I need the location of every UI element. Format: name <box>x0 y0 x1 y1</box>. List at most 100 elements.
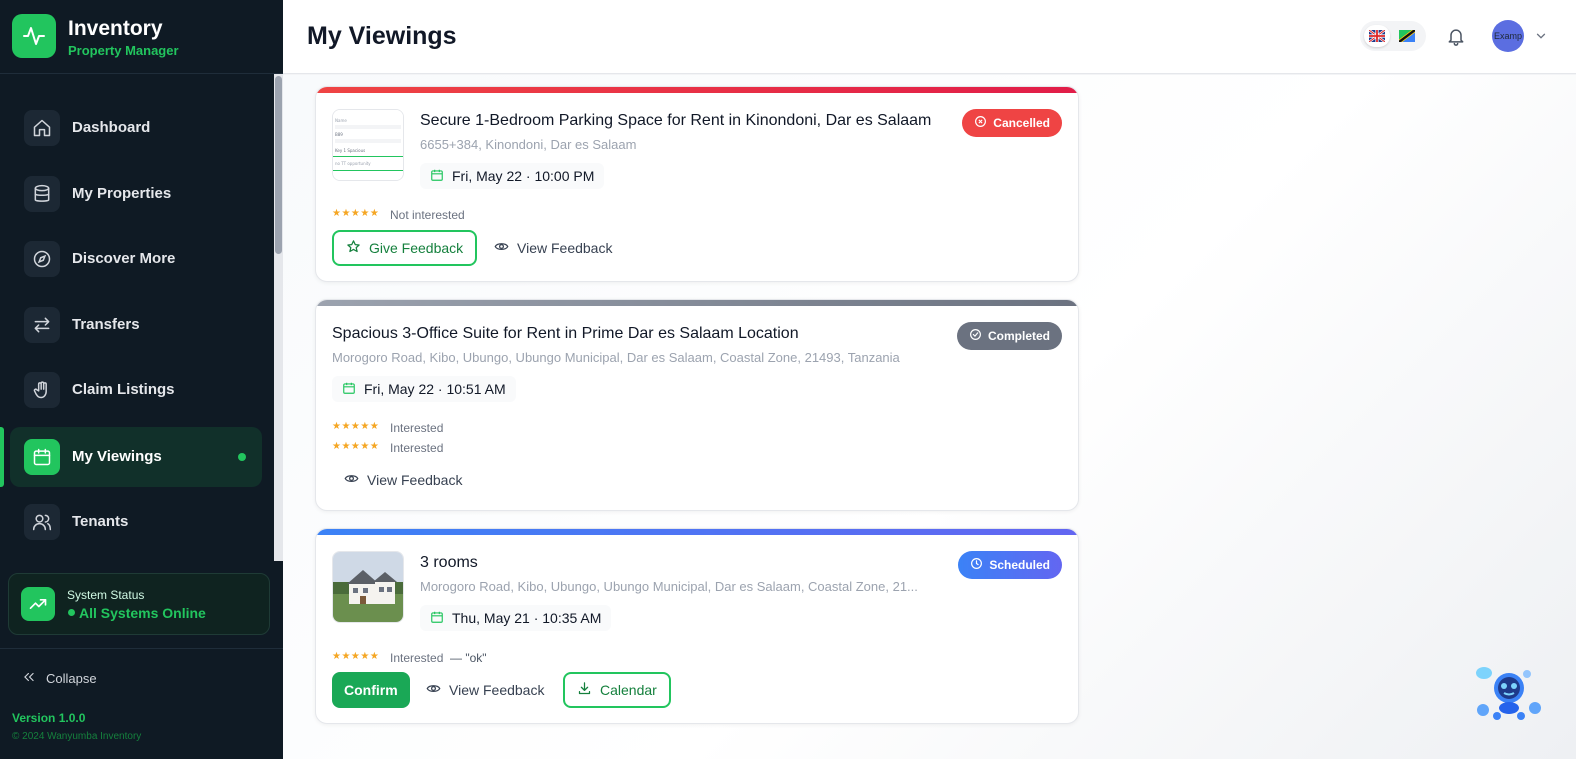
eye-icon <box>426 681 441 699</box>
active-indicator <box>0 427 4 487</box>
sidebar-item-label: My Properties <box>72 185 172 202</box>
x-circle-icon <box>974 115 987 131</box>
feedback-comment: — "ok" <box>450 651 487 665</box>
sidebar-scroll-thumb[interactable] <box>275 76 282 254</box>
uk-flag-icon[interactable] <box>1364 25 1390 47</box>
interest-text: Interested <box>390 651 444 665</box>
viewing-card: 3 rooms Morogoro Road, Kibo, Ubungo, Ubu… <box>315 528 1079 724</box>
give-feedback-label: Give Feedback <box>369 240 464 256</box>
database-icon <box>24 176 60 212</box>
sidebar-item-label: Discover More <box>72 250 176 267</box>
sidebar-item-tenants[interactable]: Tenants <box>10 492 262 552</box>
status-text: Scheduled <box>989 558 1050 572</box>
status-badge: Scheduled <box>958 551 1062 579</box>
chevron-down-icon[interactable] <box>1534 29 1548 48</box>
property-title[interactable]: Secure 1-Bedroom Parking Space for Rent … <box>420 112 931 130</box>
sidebar-item-label: Tenants <box>72 513 129 530</box>
star-icon <box>346 239 361 257</box>
main-content: Name B89 Key 1 Spacious no TT opportunity S… <box>283 75 1576 759</box>
property-title[interactable]: Spacious 3-Office Suite for Rent in Prim… <box>332 325 799 343</box>
brand: Inventory Property Manager <box>0 0 283 74</box>
system-status-card: System Status All Systems Online <box>8 573 270 635</box>
calendar-icon <box>430 610 444 627</box>
view-feedback-label: View Feedback <box>517 240 613 256</box>
interest-text: Interested <box>390 441 444 455</box>
status-dot <box>68 609 75 616</box>
property-thumbnail[interactable] <box>332 551 404 623</box>
sidebar-item-label: Transfers <box>72 316 140 333</box>
star-rating: ★★★★★ <box>332 441 380 452</box>
calendar-icon <box>342 381 356 398</box>
viewing-date-text: Fri, May 22 · 10:00 PM <box>452 168 595 184</box>
status-stripe <box>316 529 1078 535</box>
page-title: My Viewings <box>307 22 457 50</box>
star-rating: ★★★★★ <box>332 421 380 432</box>
sidebar-item-my-properties[interactable]: My Properties <box>10 164 262 224</box>
status-text: Completed <box>987 329 1050 343</box>
status-text: Cancelled <box>993 116 1050 130</box>
property-title[interactable]: 3 rooms <box>420 554 478 572</box>
viewing-date: Fri, May 22 · 10:51 AM <box>332 376 516 402</box>
bell-icon[interactable] <box>1446 25 1466 52</box>
calendar-icon <box>24 439 60 475</box>
viewing-date-text: Thu, May 21 · 10:35 AM <box>452 610 602 626</box>
star-rating: ★★★★★ <box>332 208 380 219</box>
home-icon <box>24 110 60 146</box>
property-address: Morogoro Road, Kibo, Ubungo, Ubungo Muni… <box>332 350 900 365</box>
collapse-label: Collapse <box>46 671 97 686</box>
activity-pulse-icon[interactable] <box>12 14 56 58</box>
view-feedback-button[interactable]: View Feedback <box>494 230 612 266</box>
status-badge: Completed <box>956 322 1062 350</box>
copyright-text: © 2024 Wanyumba Inventory <box>12 731 142 742</box>
view-feedback-button[interactable]: View Feedback <box>426 672 544 708</box>
eye-icon <box>344 471 359 489</box>
avatar[interactable]: Examp <box>1492 20 1524 52</box>
property-thumbnail[interactable]: Name B89 Key 1 Spacious no TT opportunity <box>332 109 404 181</box>
sidebar-item-claim-listings[interactable]: Claim Listings <box>10 360 262 420</box>
clock-icon <box>970 557 983 573</box>
chevrons-left-icon <box>22 670 36 687</box>
chatbot-robot-icon[interactable] <box>1473 664 1545 722</box>
tanzania-flag-icon[interactable] <box>1394 25 1420 47</box>
give-feedback-button[interactable]: Give Feedback <box>332 230 478 266</box>
language-switcher <box>1360 21 1426 51</box>
calendar-icon <box>430 168 444 185</box>
active-dot <box>238 453 246 461</box>
view-feedback-label: View Feedback <box>367 472 463 488</box>
svg-text:Name: Name <box>335 118 347 123</box>
property-address: Morogoro Road, Kibo, Ubungo, Ubungo Muni… <box>420 579 918 594</box>
brand-subtitle: Property Manager <box>68 43 179 58</box>
system-status-label: System Status <box>67 588 145 602</box>
calendar-button[interactable]: Calendar <box>563 672 671 708</box>
sidebar-item-dashboard[interactable]: Dashboard <box>10 98 262 158</box>
trending-up-icon <box>21 587 55 621</box>
viewing-card: Name B89 Key 1 Spacious no TT opportunity S… <box>315 86 1079 282</box>
compass-icon <box>24 241 60 277</box>
interest-text: Interested <box>390 421 444 435</box>
sidebar-item-transfers[interactable]: Transfers <box>10 295 262 355</box>
sidebar: Inventory Property Manager Dashboard My … <box>0 0 283 759</box>
sidebar-item-label: My Viewings <box>72 448 162 465</box>
system-status-value: All Systems Online <box>79 605 206 621</box>
divider <box>0 648 283 649</box>
top-header: My Viewings Examp <box>283 0 1576 74</box>
property-address: 6655+384, Kinondoni, Dar es Salaam <box>420 137 637 152</box>
viewing-date: Fri, May 22 · 10:00 PM <box>420 163 605 189</box>
view-feedback-button[interactable]: View Feedback <box>344 462 462 498</box>
version-text: Version 1.0.0 <box>12 711 86 725</box>
eye-icon <box>494 239 509 257</box>
avatar-text: Examp <box>1493 31 1522 41</box>
confirm-button[interactable]: Confirm <box>332 672 410 708</box>
status-stripe <box>316 300 1078 306</box>
download-icon <box>577 681 592 699</box>
sidebar-item-my-viewings[interactable]: My Viewings <box>10 427 262 487</box>
svg-text:no TT opportunity: no TT opportunity <box>335 161 371 166</box>
sidebar-item-discover-more[interactable]: Discover More <box>10 229 262 289</box>
collapse-button[interactable]: Collapse <box>22 670 97 687</box>
star-rating: ★★★★★ <box>332 651 380 662</box>
arrows-swap-icon <box>24 307 60 343</box>
view-feedback-label: View Feedback <box>449 682 545 698</box>
brand-title: Inventory <box>68 17 163 40</box>
viewing-date: Thu, May 21 · 10:35 AM <box>420 605 612 631</box>
status-badge: Cancelled <box>962 109 1062 137</box>
